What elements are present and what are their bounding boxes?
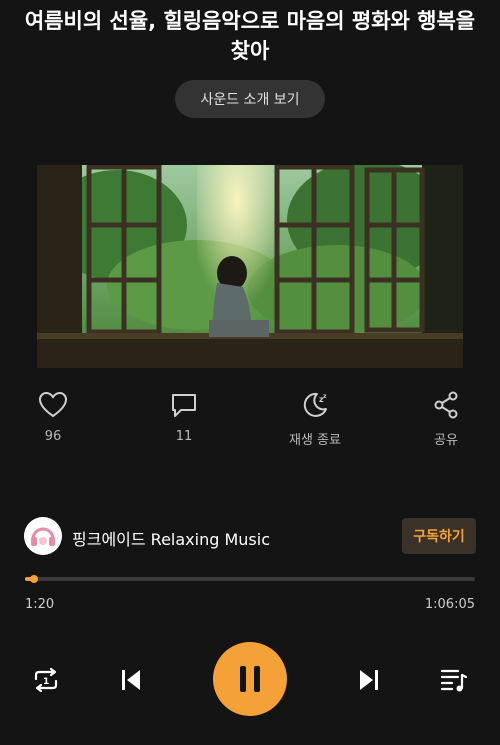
total-time: 1:06:05 (424, 597, 475, 612)
sleep-timer-label: 재생 종료 (289, 433, 341, 448)
playlist-button[interactable] (436, 662, 472, 698)
svg-text:1: 1 (43, 677, 49, 687)
sleep-timer-action[interactable]: zz 재생 종료 (270, 390, 360, 448)
playback-controls: 1 (0, 640, 500, 720)
next-button[interactable] (351, 662, 387, 698)
comment-icon (169, 390, 199, 420)
album-artwork (37, 165, 463, 368)
headphones-logo-icon (24, 517, 62, 555)
repeat-button[interactable]: 1 (28, 662, 64, 698)
subscribe-button[interactable]: 구독하기 (402, 518, 476, 554)
track-title: 여름비의 선율, 힐링음악으로 마음의 평화와 행복을 찾아 (24, 9, 476, 63)
current-time: 1:20 (25, 597, 55, 612)
heart-icon (38, 390, 68, 420)
channel-row: 핑크에이드 Relaxing Music 구독하기 (24, 516, 476, 556)
comment-action[interactable]: 11 (139, 390, 229, 444)
svg-text:z: z (323, 393, 327, 400)
playlist-icon (440, 669, 468, 692)
share-label: 공유 (434, 433, 458, 448)
repeat-icon: 1 (34, 667, 58, 693)
like-count: 96 (44, 429, 62, 444)
action-bar: 96 11 zz 재생 종료 공유 (0, 390, 500, 450)
channel-avatar[interactable] (24, 517, 62, 555)
skip-next-icon (360, 670, 378, 690)
pause-icon (240, 666, 260, 692)
progress-thumb[interactable] (30, 575, 38, 583)
sleep-timer-icon: zz (300, 390, 330, 420)
pause-button[interactable] (213, 642, 287, 716)
like-action[interactable]: 96 (8, 390, 98, 444)
progress-bar[interactable] (25, 575, 475, 583)
share-action[interactable]: 공유 (401, 390, 491, 448)
channel-name[interactable]: 핑크에이드 Relaxing Music (72, 526, 270, 550)
skip-previous-icon (122, 670, 140, 690)
previous-button[interactable] (113, 662, 149, 698)
rainy-window-illustration-icon (37, 165, 463, 368)
sound-intro-button[interactable]: 사운드 소개 보기 (175, 80, 325, 118)
share-icon (431, 390, 461, 420)
comment-count: 11 (175, 429, 193, 444)
